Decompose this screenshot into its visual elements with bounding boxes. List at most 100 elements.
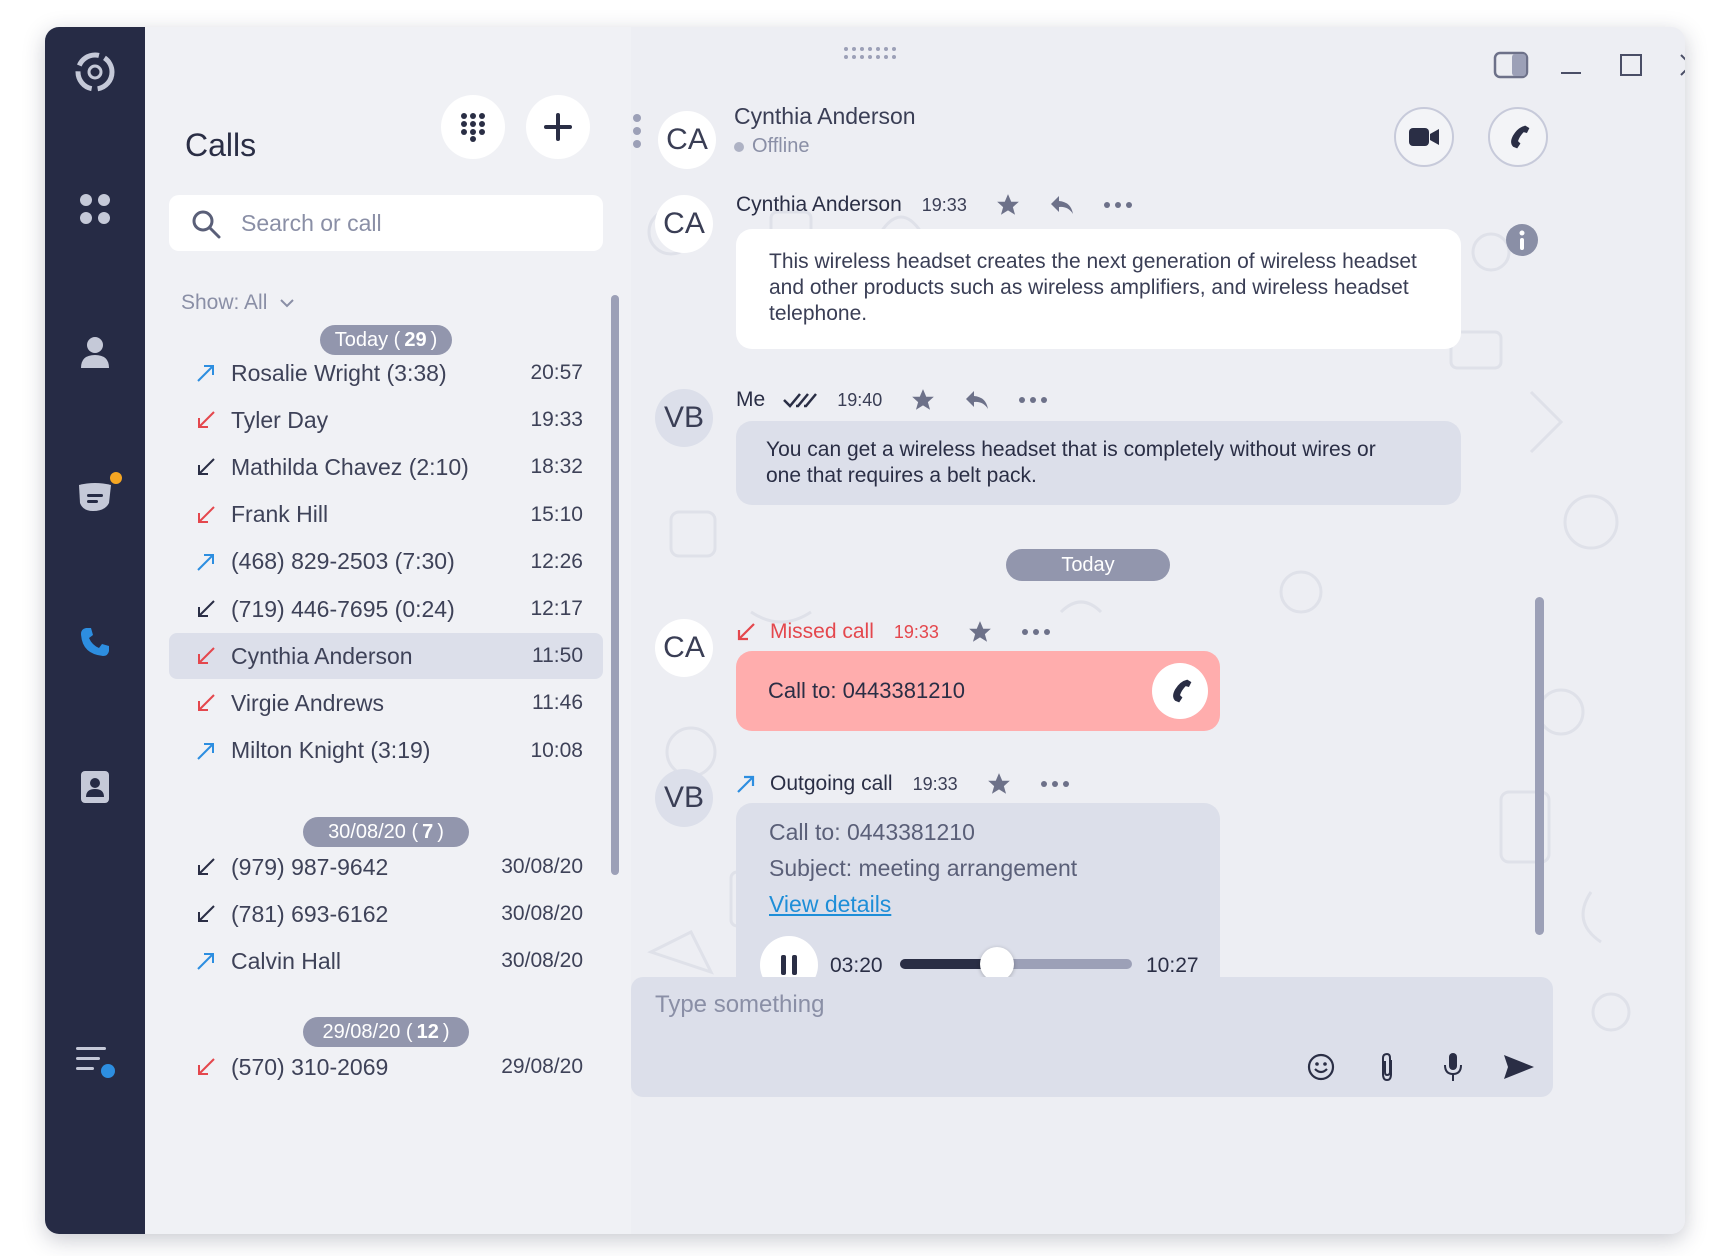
call-back-button[interactable]	[1152, 663, 1208, 719]
incoming-call-arrow-icon	[195, 598, 217, 620]
video-call-button[interactable]	[1394, 107, 1454, 167]
call-row[interactable]: (719) 446-7695 (0:24) 12:17	[169, 586, 603, 632]
missed-call-bubble: Call to: 0443381210	[736, 651, 1220, 731]
more-horizontal-icon[interactable]	[1021, 628, 1051, 636]
phone-icon	[1511, 125, 1530, 149]
split-view-button[interactable]	[1493, 47, 1529, 83]
reply-icon[interactable]	[1049, 194, 1075, 216]
call-row-time: 30/08/20	[501, 855, 583, 878]
send-button[interactable]	[1503, 1051, 1535, 1083]
more-horizontal-icon[interactable]	[1103, 201, 1133, 209]
star-icon[interactable]	[995, 192, 1021, 218]
message-text: You can get a wireless headset that is c…	[766, 438, 1376, 487]
incoming-call-arrow-icon	[195, 903, 217, 925]
call-row-time: 20:57	[530, 361, 583, 384]
message-avatar[interactable]: VB	[655, 389, 713, 447]
missed-call-label: Missed call	[770, 620, 874, 643]
call-row[interactable]: (468) 829-2503 (7:30) 12:26	[169, 539, 603, 585]
more-horizontal-icon[interactable]	[1040, 780, 1070, 788]
outgoing-call-subject: Subject: meeting arrangement	[769, 855, 1078, 881]
view-details-link[interactable]: View details	[769, 891, 891, 917]
missed-call-arrow-icon	[195, 692, 217, 714]
call-row[interactable]: Virgie Andrews 11:46	[169, 680, 603, 726]
message-input[interactable]	[655, 991, 1255, 1031]
chat-icon[interactable]	[70, 472, 122, 522]
call-list-scrollbar[interactable]	[611, 295, 619, 875]
outgoing-call-number: Call to: 0443381210	[769, 819, 975, 845]
minimize-button[interactable]	[1553, 47, 1589, 83]
message-author: Me	[736, 388, 766, 411]
contact-avatar[interactable]: CA	[658, 111, 716, 169]
microphone-icon	[1444, 1053, 1462, 1081]
call-row[interactable]: Milton Knight (3:19) 10:08	[169, 728, 603, 774]
missed-call-arrow-icon	[195, 504, 217, 526]
new-call-button[interactable]	[526, 95, 590, 159]
playback-slider[interactable]	[900, 947, 1132, 981]
profile-icon[interactable]	[70, 327, 120, 377]
star-icon[interactable]	[967, 619, 993, 645]
video-camera-icon	[1409, 128, 1439, 146]
contacts-icon[interactable]	[70, 762, 120, 812]
call-row-time: 12:26	[530, 549, 583, 573]
voice-message-button[interactable]	[1437, 1051, 1469, 1083]
app-logo-icon[interactable]	[70, 47, 120, 97]
split-view-icon	[1493, 51, 1529, 79]
chat-scrollbar[interactable]	[1535, 597, 1544, 935]
call-row[interactable]: Frank Hill 15:10	[169, 492, 603, 538]
message-avatar[interactable]: CA	[655, 619, 713, 677]
read-receipt-icon	[783, 391, 818, 409]
date-group-count: 7	[422, 820, 434, 843]
call-row[interactable]: Calvin Hall 30/08/20	[169, 938, 603, 984]
message-avatar[interactable]: VB	[655, 769, 713, 827]
call-row-name: (979) 987-9642	[231, 853, 389, 880]
emoji-button[interactable]	[1305, 1051, 1337, 1083]
call-row-name: (468) 829-2503 (7:30)	[231, 548, 455, 575]
search-box	[169, 195, 603, 251]
emoji-icon	[1307, 1053, 1335, 1081]
close-button[interactable]	[1673, 47, 1685, 83]
date-group-label: 30/08/20	[328, 820, 406, 843]
show-filter-dropdown[interactable]: Show: All	[181, 291, 295, 315]
paren: )	[430, 328, 438, 351]
info-icon[interactable]	[1505, 223, 1539, 257]
more-vertical-icon[interactable]	[631, 113, 643, 149]
call-row-time: 12:17	[530, 597, 583, 620]
call-row-time: 29/08/20	[501, 1055, 583, 1078]
more-horizontal-icon[interactable]	[1018, 396, 1048, 404]
drag-handle-icon[interactable]	[843, 45, 899, 61]
call-row[interactable]: (979) 987-9642 30/08/20	[169, 844, 603, 890]
call-row-name: (570) 310-2069	[231, 1053, 389, 1080]
call-row[interactable]: (570) 310-2069 29/08/20	[169, 1044, 603, 1090]
call-row-name: Mathilda Chavez (2:10)	[231, 453, 469, 480]
message-avatar[interactable]: CA	[655, 195, 713, 253]
search-input[interactable]	[241, 205, 581, 241]
maximize-button[interactable]	[1613, 47, 1649, 83]
slider-thumb[interactable]	[980, 947, 1015, 981]
message-meta: Cynthia Anderson 19:33	[736, 192, 1133, 218]
voice-call-button[interactable]	[1488, 107, 1548, 167]
date-group-pill: 30/08/20 (7)	[303, 817, 469, 847]
attach-button[interactable]	[1371, 1051, 1403, 1083]
phone-icon[interactable]	[70, 617, 120, 667]
message-time: 19:33	[921, 194, 967, 215]
call-row[interactable]: Mathilda Chavez (2:10) 18:32	[169, 444, 603, 490]
star-icon[interactable]	[910, 387, 936, 413]
call-row-time: 30/08/20	[501, 902, 583, 926]
menu-icon[interactable]	[70, 1037, 120, 1087]
date-group-count: 29	[404, 328, 427, 351]
call-row-time: 10:08	[530, 738, 583, 762]
call-row[interactable]: Cynthia Anderson 11:50	[169, 633, 603, 680]
outgoing-call-arrow-icon	[195, 362, 217, 384]
call-row[interactable]: Tyler Day 19:33	[169, 397, 603, 443]
calls-panel: Calls Show: All	[145, 27, 631, 1234]
notification-dot	[110, 472, 122, 484]
call-row[interactable]: (781) 693-6162 30/08/20	[169, 891, 603, 937]
apps-grid-icon[interactable]	[70, 184, 120, 234]
show-filter-label: Show: All	[181, 291, 268, 314]
message-meta: Me 19:40	[736, 387, 1048, 413]
reply-icon[interactable]	[964, 389, 990, 411]
star-icon[interactable]	[986, 771, 1012, 797]
dialpad-button[interactable]	[441, 95, 505, 159]
call-row[interactable]: Rosalie Wright (3:38) 20:57	[169, 350, 603, 396]
phone-icon	[1173, 679, 1192, 703]
